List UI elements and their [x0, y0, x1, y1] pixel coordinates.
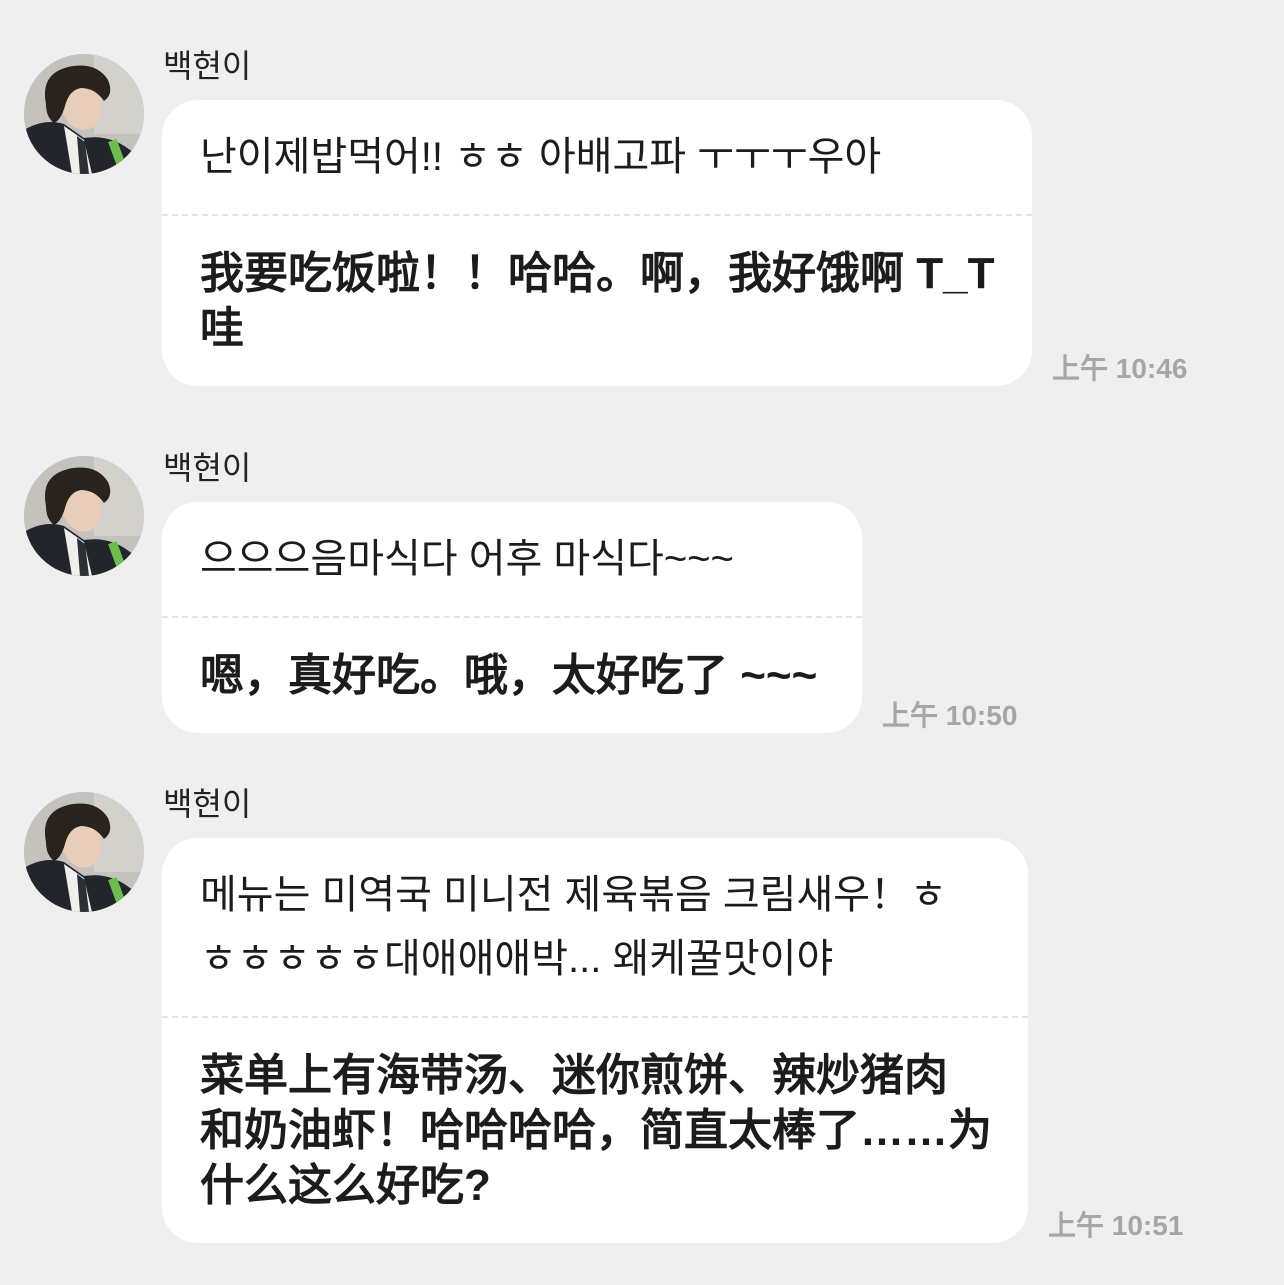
original-text: 메뉴는 미역국 미니전 제육볶음 크림새우！ㅎ ㅎㅎㅎㅎㅎ대애애애박... 왜케…	[162, 838, 1028, 1016]
translation-text: 我要吃饭啦！！哈哈。啊，我好饿啊 T_T 哇	[162, 216, 1032, 386]
message-bubble[interactable]: 난이제밥먹어!! ㅎㅎ 아배고파 ㅜㅜㅜ우아 我要吃饭啦！！哈哈。啊，我好饿啊 …	[162, 100, 1032, 386]
original-text-line: 으으으음마식다 어후 마식다~~~	[200, 537, 734, 581]
sender-name: 백현이	[163, 786, 252, 822]
message-row: 난이제밥먹어!! ㅎㅎ 아배고파 ㅜㅜㅜ우아 我要吃饭啦！！哈哈。啊，我好饿啊 …	[162, 100, 1187, 386]
original-text-line: 메뉴는 미역국 미니전 제육볶음 크림새우！ㅎ	[200, 873, 947, 917]
avatar-portrait	[24, 456, 144, 576]
original-text-line: ㅎㅎㅎㅎㅎ대애애애박... 왜케꿀맛이야	[200, 937, 834, 981]
message-row: 메뉴는 미역국 미니전 제육볶음 크림새우！ㅎ ㅎㅎㅎㅎㅎ대애애애박... 왜케…	[162, 838, 1183, 1243]
message-bubble[interactable]: 메뉴는 미역국 미니전 제육볶음 크림새우！ㅎ ㅎㅎㅎㅎㅎ대애애애박... 왜케…	[162, 838, 1028, 1243]
original-text: 난이제밥먹어!! ㅎㅎ 아배고파 ㅜㅜㅜ우아	[162, 100, 1032, 214]
message-timestamp: 上午 10:46	[1052, 353, 1188, 384]
avatar-photo	[24, 54, 144, 174]
avatar-photo	[24, 456, 144, 576]
translation-text-line: 嗯，真好吃。哦，太好吃了 ~~~	[200, 651, 818, 700]
translation-text: 嗯，真好吃。哦，太好吃了 ~~~	[162, 618, 862, 733]
sender-name: 백현이	[163, 48, 252, 84]
translation-text-line: 和奶油虾！哈哈哈哈，简直太棒了……为	[200, 1106, 992, 1155]
translation-text-line: 哇	[200, 304, 244, 353]
original-text: 으으으음마식다 어후 마식다~~~	[162, 502, 862, 616]
message-timestamp: 上午 10:50	[882, 700, 1018, 731]
translation-text-line: 我要吃饭啦！！哈哈。啊，我好饿啊 T_T	[200, 249, 995, 298]
original-text-line: 난이제밥먹어!! ㅎㅎ 아배고파 ㅜㅜㅜ우아	[200, 135, 882, 179]
sender-avatar[interactable]	[24, 792, 144, 912]
translation-text-line: 什么这么好吃?	[200, 1161, 491, 1210]
message-bubble[interactable]: 으으으음마식다 어후 마식다~~~ 嗯，真好吃。哦，太好吃了 ~~~	[162, 502, 862, 733]
avatar-portrait	[24, 792, 144, 912]
translation-text-line: 菜单上有海带汤、迷你煎饼、辣炒猪肉	[200, 1051, 948, 1100]
message-timestamp: 上午 10:51	[1048, 1210, 1184, 1241]
avatar-photo	[24, 792, 144, 912]
sender-avatar[interactable]	[24, 54, 144, 174]
message-row: 으으으음마식다 어후 마식다~~~ 嗯，真好吃。哦，太好吃了 ~~~ 上午 10…	[162, 502, 1017, 733]
sender-avatar[interactable]	[24, 456, 144, 576]
translation-text: 菜单上有海带汤、迷你煎饼、辣炒猪肉 和奶油虾！哈哈哈哈，简直太棒了……为 什么这…	[162, 1018, 1028, 1243]
avatar-portrait	[24, 54, 144, 174]
sender-name: 백현이	[163, 450, 252, 486]
